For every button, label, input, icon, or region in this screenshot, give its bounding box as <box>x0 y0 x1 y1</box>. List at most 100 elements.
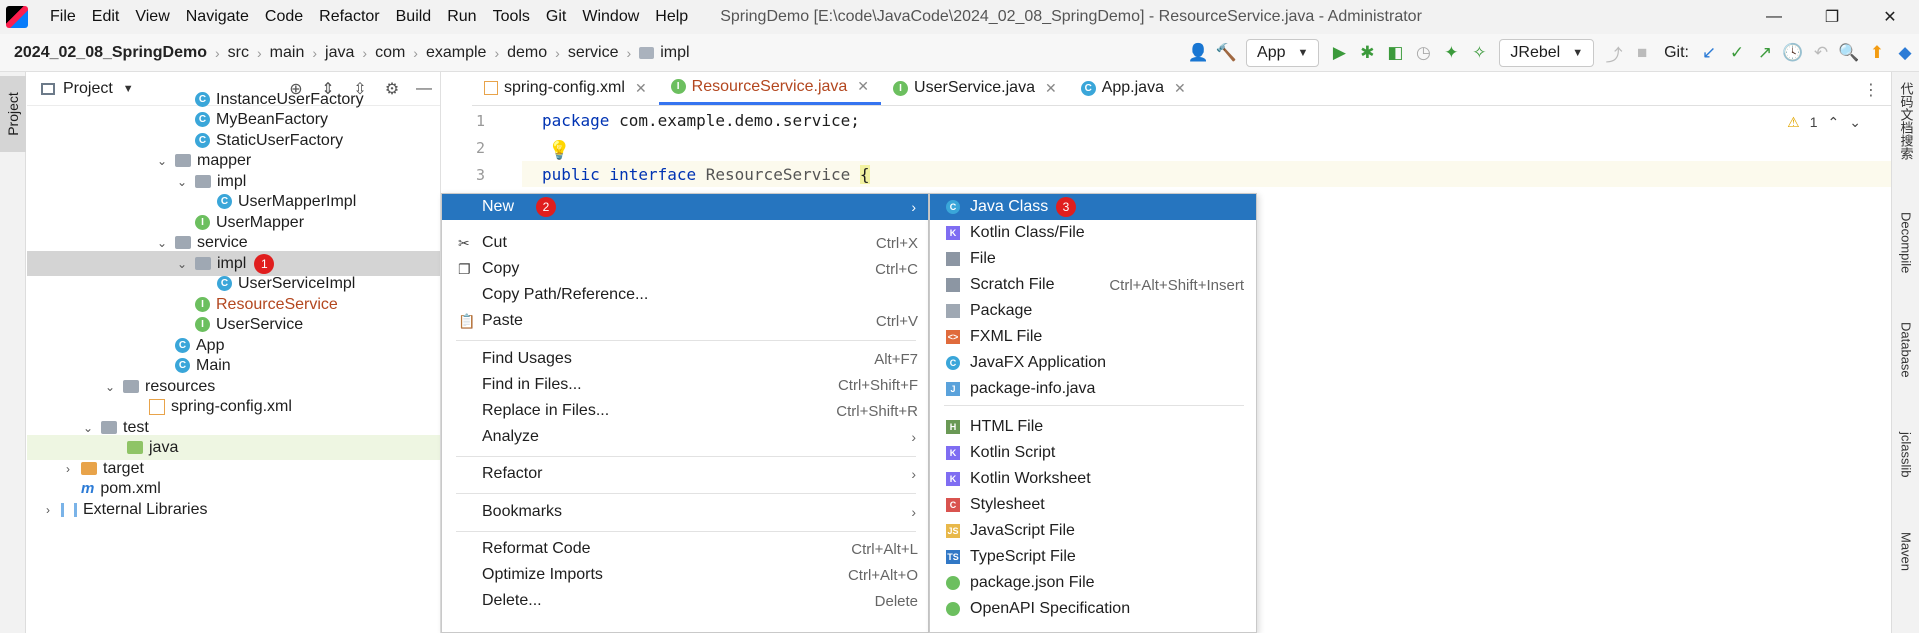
more-vertical-icon[interactable]: ⋮ <box>1863 80 1879 100</box>
submenu-item-kotlin-script[interactable]: K Kotlin Script <box>930 440 1256 466</box>
submenu-item-openapi[interactable]: OpenAPI Specification <box>930 596 1256 622</box>
breadcrumb-com[interactable]: com <box>375 44 405 62</box>
search-icon[interactable]: 🔍 <box>1835 39 1863 67</box>
git-push-icon[interactable]: ↗ <box>1751 39 1779 67</box>
menu-build[interactable]: Build <box>388 8 440 26</box>
menu-item-delete[interactable]: Delete... Delete <box>442 588 928 614</box>
menu-navigate[interactable]: Navigate <box>178 8 257 26</box>
jrebel-run-icon[interactable]: ✦ <box>1437 39 1465 67</box>
close-icon[interactable]: ✕ <box>857 78 869 95</box>
chevron-down-icon[interactable]: ⌄ <box>175 175 189 189</box>
breadcrumb-impl[interactable]: impl <box>660 44 689 62</box>
debug-icon[interactable]: ✱ <box>1353 39 1381 67</box>
chevron-right-icon[interactable]: › <box>41 503 55 517</box>
chevron-down-icon[interactable]: ⌄ <box>155 154 169 168</box>
chevron-down-icon[interactable]: ⌄ <box>175 257 189 271</box>
menu-item-find-in-files[interactable]: Find in Files... Ctrl+Shift+F <box>442 372 928 398</box>
build-hammer-icon[interactable]: 🔨 <box>1212 39 1240 67</box>
submenu-item-html-file[interactable]: H HTML File <box>930 414 1256 440</box>
submenu-item-kotlin-worksheet[interactable]: K Kotlin Worksheet <box>930 466 1256 492</box>
menu-item-new[interactable]: New 2 › <box>442 194 928 220</box>
menu-help[interactable]: Help <box>647 8 696 26</box>
maven-tab[interactable]: Maven <box>1892 532 1919 571</box>
attach-icon[interactable]: ⤴ <box>1600 39 1628 67</box>
menu-item-cut[interactable]: ✂ Cut Ctrl+X <box>442 230 928 256</box>
database-tab[interactable]: Database <box>1892 322 1919 378</box>
menu-window[interactable]: Window <box>574 8 647 26</box>
breadcrumb-java[interactable]: java <box>325 44 354 62</box>
submenu-item-package[interactable]: Package <box>930 298 1256 324</box>
menu-item-optimize-imports[interactable]: Optimize Imports Ctrl+Alt+O <box>442 562 928 588</box>
submenu-item-fxml-file[interactable]: <> FXML File <box>930 324 1256 350</box>
submenu-item-scratch-file[interactable]: Scratch File Ctrl+Alt+Shift+Insert <box>930 272 1256 298</box>
history-icon[interactable]: 🕓 <box>1779 39 1807 67</box>
jrebel-debug-icon[interactable]: ✧ <box>1465 39 1493 67</box>
menu-run[interactable]: Run <box>439 8 484 26</box>
submenu-item-javascript-file[interactable]: JS JavaScript File <box>930 518 1256 544</box>
git-update-icon[interactable]: ↙ <box>1695 39 1723 67</box>
menu-item-bookmarks[interactable]: Bookmarks › <box>442 499 928 525</box>
close-icon[interactable]: ✕ <box>1861 0 1919 34</box>
tab-user-service[interactable]: I UserService.java ✕ <box>881 71 1069 105</box>
submenu-item-file[interactable]: File <box>930 246 1256 272</box>
jrebel-select[interactable]: JRebel ▼ <box>1499 39 1595 67</box>
chevron-up-icon[interactable]: ⌃ <box>1828 114 1840 131</box>
menu-git[interactable]: Git <box>538 8 574 26</box>
menu-code[interactable]: Code <box>257 8 311 26</box>
breadcrumb-example[interactable]: example <box>426 44 486 62</box>
code-doc-search-tab[interactable]: 代码文档搜索 <box>1892 82 1919 160</box>
menu-item-copy-path[interactable]: Copy Path/Reference... <box>442 282 928 308</box>
menu-view[interactable]: View <box>127 8 177 26</box>
user-icon[interactable]: 👤 <box>1184 39 1212 67</box>
breadcrumb-main[interactable]: main <box>270 44 305 62</box>
restore-icon[interactable]: ❐ <box>1803 0 1861 34</box>
breadcrumb-src[interactable]: src <box>228 44 249 62</box>
chevron-down-icon[interactable]: ⌄ <box>155 236 169 250</box>
run-configuration-select[interactable]: App ▼ <box>1246 39 1320 67</box>
breadcrumb-demo[interactable]: demo <box>507 44 547 62</box>
menu-item-analyze[interactable]: Analyze › <box>442 424 928 450</box>
menu-item-find-usages[interactable]: Find Usages Alt+F7 <box>442 346 928 372</box>
breadcrumb-service[interactable]: service <box>568 44 619 62</box>
breadcrumb-project[interactable]: 2024_02_08_SpringDemo <box>14 44 207 62</box>
menu-item-paste[interactable]: 📋 Paste Ctrl+V <box>442 308 928 334</box>
tab-resource-service[interactable]: I ResourceService.java ✕ <box>658 71 882 105</box>
tab-spring-config[interactable]: spring-config.xml ✕ <box>472 71 659 105</box>
stop-icon[interactable]: ■ <box>1628 39 1656 67</box>
coverage-icon[interactable]: ◧ <box>1381 39 1409 67</box>
menu-file[interactable]: File <box>42 8 84 26</box>
project-tool-tab[interactable]: Project <box>0 76 26 152</box>
rollback-icon[interactable]: ↶ <box>1807 39 1835 67</box>
menu-tools[interactable]: Tools <box>485 8 538 26</box>
git-commit-icon[interactable]: ✓ <box>1723 39 1751 67</box>
menu-item-replace-in-files[interactable]: Replace in Files... Ctrl+Shift+R <box>442 398 928 424</box>
jetbrains-logo-icon[interactable]: ◆ <box>1891 39 1919 67</box>
chevron-down-icon[interactable]: ⌄ <box>1849 114 1861 131</box>
jclasslib-tab[interactable]: jclasslib <box>1892 432 1919 478</box>
minimize-icon[interactable]: — <box>1745 0 1803 34</box>
profile-icon[interactable]: ◷ <box>1409 39 1437 67</box>
close-icon[interactable]: ✕ <box>635 80 647 97</box>
update-icon[interactable]: ⬆ <box>1863 39 1891 67</box>
chevron-down-icon[interactable]: ⌄ <box>81 421 95 435</box>
chevron-right-icon[interactable]: › <box>61 462 75 476</box>
submenu-item-package-json[interactable]: package.json File <box>930 570 1256 596</box>
close-icon[interactable]: ✕ <box>1045 80 1057 97</box>
submenu-item-java-class[interactable]: C Java Class 3 <box>930 194 1256 220</box>
menu-item-copy[interactable]: ❐ Copy Ctrl+C <box>442 256 928 282</box>
tree-item[interactable]: › External Libraries <box>27 497 440 522</box>
menu-edit[interactable]: Edit <box>84 8 128 26</box>
inspection-widget[interactable]: ⚠ 1 ⌃ ⌄ <box>1787 114 1861 131</box>
run-icon[interactable]: ▶ <box>1325 39 1353 67</box>
submenu-item-kotlin-class[interactable]: K Kotlin Class/File <box>930 220 1256 246</box>
intellij-logo-icon[interactable] <box>6 6 28 28</box>
decompile-tab[interactable]: Decompile <box>1892 212 1919 273</box>
close-icon[interactable]: ✕ <box>1174 80 1186 97</box>
submenu-item-javafx-app[interactable]: C JavaFX Application <box>930 350 1256 376</box>
menu-item-reformat-code[interactable]: Reformat Code Ctrl+Alt+L <box>442 536 928 562</box>
submenu-item-stylesheet[interactable]: C Stylesheet <box>930 492 1256 518</box>
menu-refactor[interactable]: Refactor <box>311 8 387 26</box>
submenu-item-typescript-file[interactable]: TS TypeScript File <box>930 544 1256 570</box>
submenu-item-package-info[interactable]: Jpackage-info.java <box>930 376 1256 402</box>
menu-item-refactor[interactable]: Refactor › <box>442 461 928 487</box>
